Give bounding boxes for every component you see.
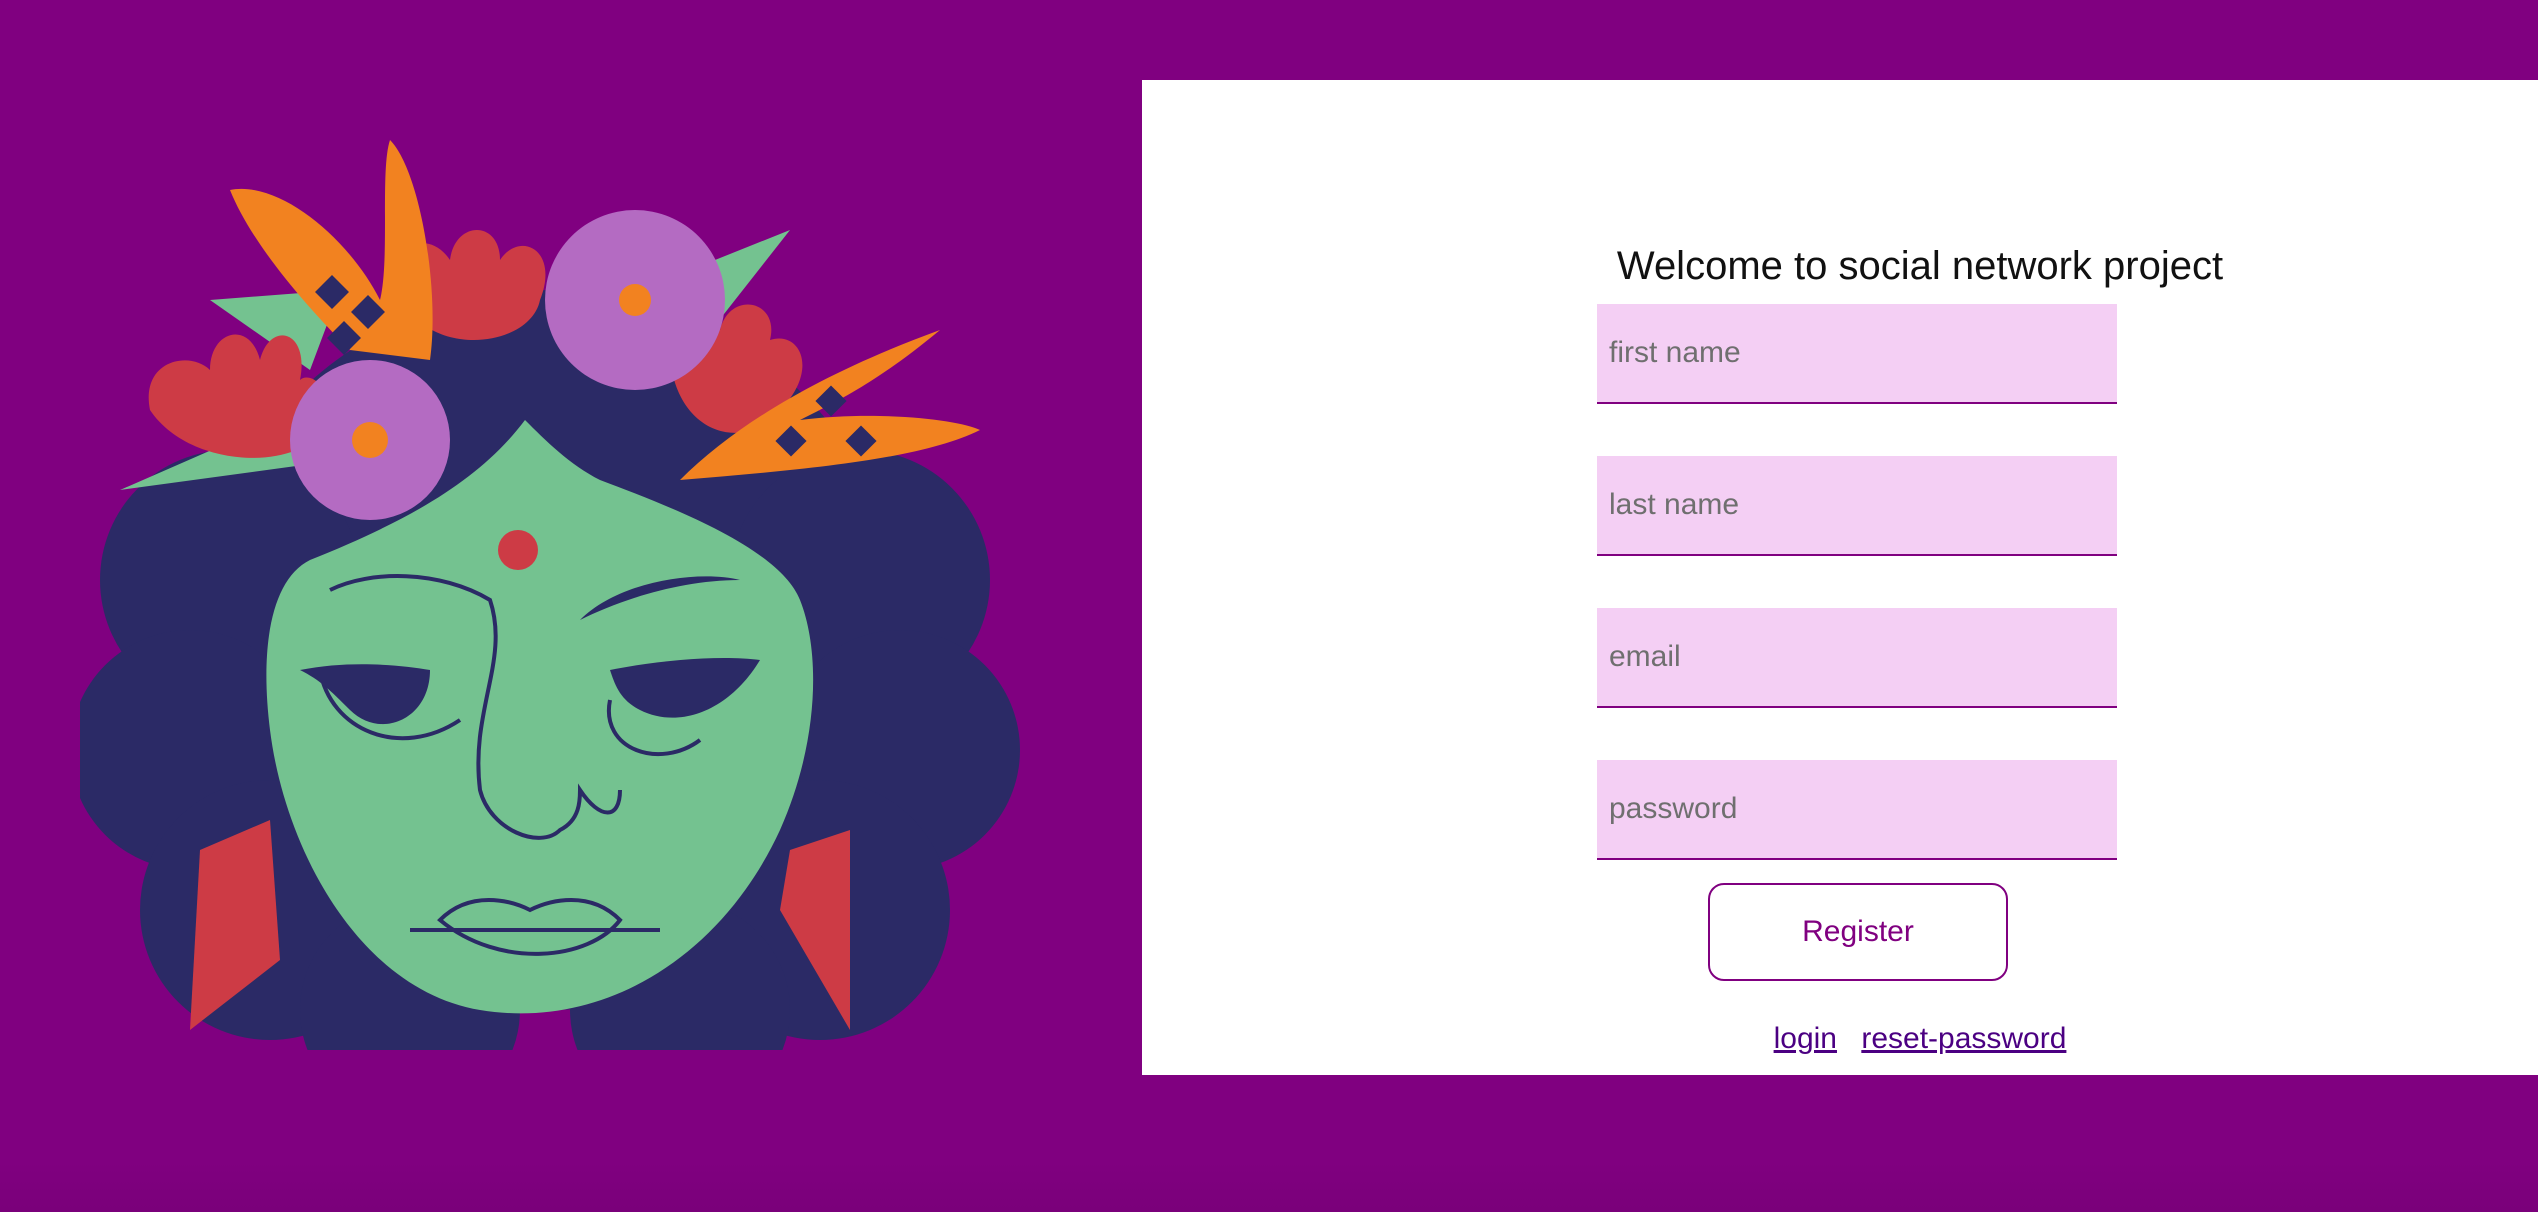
register-button[interactable]: Register <box>1708 883 2008 981</box>
email-input[interactable] <box>1597 608 2117 708</box>
bindi <box>498 530 538 570</box>
reset-password-link[interactable]: reset-password <box>1861 1022 2066 1055</box>
register-panel: Welcome to social network project Regist… <box>1142 80 2538 1075</box>
last-name-input[interactable] <box>1597 456 2117 556</box>
first-name-input[interactable] <box>1597 304 2117 404</box>
woman-illustration <box>80 130 1020 1050</box>
illustration-svg <box>80 140 1020 1050</box>
auth-links: login reset-password <box>1142 1022 2538 1056</box>
page-title: Welcome to social network project <box>1616 244 2224 288</box>
login-link[interactable]: login <box>1774 1022 1837 1055</box>
background-shade <box>0 1160 2538 1212</box>
password-input[interactable] <box>1597 760 2117 860</box>
